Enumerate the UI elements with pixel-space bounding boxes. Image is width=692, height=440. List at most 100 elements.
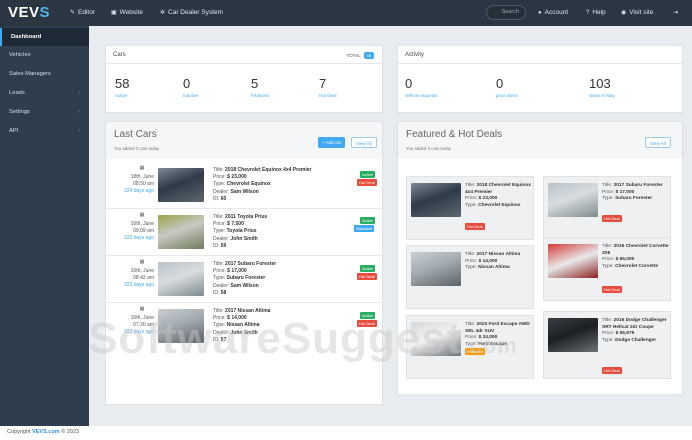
field-label: Title: (213, 261, 224, 267)
sidebar-item-settings[interactable]: Settings ‹ (0, 103, 89, 121)
chevron-left-icon: ‹ (78, 109, 80, 115)
car-dealer: Sam Wilson (230, 188, 259, 195)
deal-info: Title: 2017 Nissan Altima Price: $ 14,00… (465, 252, 533, 272)
car-info: Title: 2018 Chevrolet Equinox 4x4 Premie… (213, 167, 311, 203)
search-input[interactable]: Search (486, 5, 526, 20)
field-label: Title: (213, 214, 224, 220)
nav-visit-site-label: Visit site (629, 9, 654, 16)
edit-icon: ✎ (70, 10, 76, 16)
table-row[interactable]: ▦ 18th, June 08:50 am 324 days ago Title: 2… (106, 162, 382, 208)
car-thumbnail[interactable] (548, 244, 598, 278)
car-dealer: John Smith (230, 235, 258, 242)
panel-title: Cars (113, 52, 126, 58)
nav-account-label: Account (544, 9, 569, 16)
logout-icon[interactable]: ⇥ (673, 9, 678, 16)
stat-vehicle-requests[interactable]: 0 vehicle requests (405, 76, 438, 98)
sidebar-item-label: Dashboard (11, 34, 42, 40)
field-label: Title: (602, 244, 613, 249)
status-badge: Hot Deal (357, 273, 377, 280)
deal-info: Title: 2018 Chevrolet Equinox 4x4 Premie… (465, 183, 533, 209)
stat-label: views in May (589, 93, 615, 98)
status-badge: Active (360, 265, 375, 272)
car-thumbnail[interactable] (158, 262, 204, 296)
car-thumbnail[interactable] (411, 183, 461, 217)
stat-hot-deal[interactable]: 7 Hot Deal (319, 76, 337, 98)
footer-suffix: © 2023 (61, 429, 79, 435)
car-thumbnail[interactable] (411, 252, 461, 286)
status-badge: Hot Deal (465, 223, 485, 230)
stat-label: Inactive (183, 93, 199, 98)
logo[interactable]: VEVS (8, 4, 50, 21)
stat-views[interactable]: 103 views in May (589, 76, 615, 98)
date-text: 16th, June (130, 268, 154, 274)
car-thumbnail[interactable] (158, 168, 204, 202)
deal-price: $ 14,000 (478, 258, 498, 264)
deal-price: $ 23,000 (478, 196, 498, 201)
nav-website-label: Website (119, 9, 144, 16)
activity-panel: Activity 0 vehicle requests 0 price alerts… (397, 45, 683, 113)
deal-card[interactable]: Title: 2018 Chevrolet Equinox 4x4 Premie… (406, 176, 534, 240)
field-label: Title: (465, 183, 476, 188)
table-row[interactable]: ▦ 16th, June 09:09 am 322 days ago Title: 2… (106, 208, 382, 254)
car-id: 58 (220, 289, 227, 296)
ago-text: 322 days ago (123, 282, 154, 288)
nav-car-dealer-system[interactable]: ✲ Car Dealer System (160, 9, 223, 16)
deal-card[interactable]: Title: 2017 Subaru Forester Price: $ 17,… (543, 176, 671, 240)
deal-title: 2016 Chevrolet Corvette Z06 (602, 244, 669, 256)
status-badge: Standard (354, 225, 375, 232)
chevron-left-icon: ‹ (78, 128, 80, 134)
sidebar-item-sales-managers[interactable]: Sales Managers (0, 65, 89, 83)
divider (398, 63, 682, 64)
deal-title: 2017 Nissan Altima (476, 252, 521, 257)
deal-type: Chevrolet Corvette (615, 263, 658, 269)
deal-card[interactable]: Title: 2016 Dodge Challenger SRT Hellcat… (543, 311, 671, 379)
sidebar-item-vehicles[interactable]: Vehicles (0, 46, 89, 64)
car-thumbnail[interactable] (158, 215, 204, 249)
view-all-button[interactable]: View All (351, 137, 377, 148)
nav-website[interactable]: ▣ Website (111, 9, 143, 16)
total-label: TOTAL (346, 53, 361, 58)
deal-card[interactable]: Title: 2017 Nissan Altima Price: $ 14,00… (406, 245, 534, 309)
car-thumbnail[interactable] (548, 183, 598, 217)
sidebar-item-dashboard[interactable]: Dashboard (0, 28, 89, 46)
deal-type: Nissan Altima (478, 265, 510, 270)
deal-price: $ 65,000 (615, 257, 635, 262)
nav-editor[interactable]: ✎ Editor (70, 9, 95, 16)
row-date: ▦ 18th, June 08:50 am 324 days ago (116, 165, 154, 195)
field-label: Type: (602, 196, 614, 201)
help-icon: ? (586, 9, 590, 16)
add-car-button[interactable]: + Add car (318, 137, 346, 148)
view-all-button[interactable]: View All (645, 137, 671, 148)
field-label: Title: (465, 252, 476, 257)
section-subtitle: You added 0 cars today (406, 146, 451, 151)
stat-featured[interactable]: 5 Featured (251, 76, 269, 98)
stat-number: 0 (183, 76, 191, 91)
cars-list: ▦ 18th, June 08:50 am 324 days ago Title: 2… (106, 159, 382, 404)
sidebar-item-leads[interactable]: Leads ‹ (0, 84, 89, 102)
footer-brand-link[interactable]: VEVS.com (32, 429, 60, 435)
stat-price-alerts[interactable]: 0 price alerts (496, 76, 518, 98)
stat-label: Featured (251, 93, 270, 98)
nav-help[interactable]: ? Help (586, 9, 606, 16)
deal-title: 2017 Subaru Forester (613, 183, 663, 188)
time-text: 08:50 am (133, 181, 154, 187)
eye-icon: ◉ (621, 10, 627, 16)
section-subtitle: You added 0 cars today (114, 146, 159, 151)
table-row[interactable]: ▦ 16th, June 08:42 am 322 days ago Title: 2… (106, 255, 382, 301)
car-thumbnail[interactable] (548, 318, 598, 352)
field-label: Type: (213, 275, 226, 282)
deal-info: Title: 2016 Chevrolet Corvette Z06 Price… (602, 244, 670, 270)
stat-active[interactable]: 58 Active (115, 76, 129, 98)
status-badge: Hot Deal (602, 215, 622, 222)
sidebar-item-api[interactable]: API ‹ (0, 122, 89, 140)
cars-panel: Cars TOTAL 58 58 Active 0 Inactive 5 Feature… (105, 45, 383, 113)
nav-account[interactable]: ● Account (538, 9, 568, 16)
deal-card[interactable]: Title: 2016 Chevrolet Corvette Z06 Price… (543, 237, 671, 301)
sidebar: Dashboard Vehicles Sales Managers Leads ‹… (0, 26, 89, 426)
stat-inactive[interactable]: 0 Inactive (183, 76, 199, 98)
nav-visit-site[interactable]: ◉ Visit site (621, 9, 653, 16)
deal-info: Title: 2016 Dodge Challenger SRT Hellcat… (602, 318, 670, 344)
deal-price: $ 55,975 (615, 331, 635, 336)
total-counter: TOTAL 58 (346, 52, 374, 59)
footer-prefix: Copyright (7, 429, 31, 435)
